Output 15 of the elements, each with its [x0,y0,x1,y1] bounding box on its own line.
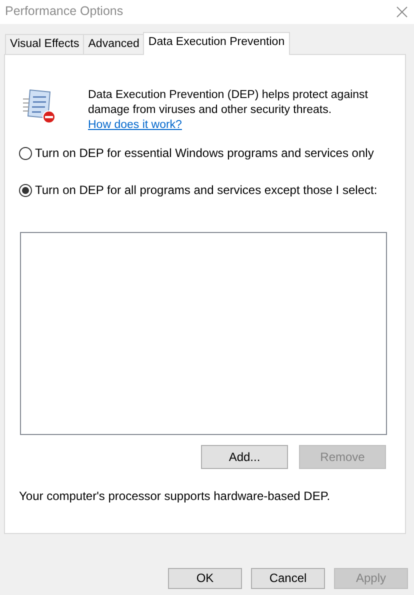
radio-button[interactable] [19,147,32,160]
help-link[interactable]: How does it work? [88,119,182,131]
radio-label[interactable]: Turn on DEP for essential Windows programs and services only [35,146,374,161]
tab[interactable]: Visual Effects [5,34,84,54]
description-text: Data Execution Prevention (DEP) helps protect against damage from viruses and other security threats. How does it work? [88,88,369,133]
dialog-button[interactable]: OK [168,568,242,589]
dialog-button[interactable]: Cancel [251,568,325,589]
list-button[interactable]: Add... [201,445,288,469]
tab[interactable]: Data Execution Prevention [143,32,290,55]
support-text: Your computer's processor supports hardware-based DEP. [19,489,332,504]
close-icon[interactable] [396,6,408,18]
window-title: Performance Options [5,4,124,20]
radio-label[interactable]: Turn on DEP for all programs and services except those I select: [35,183,378,198]
binary-document-icon [22,88,56,124]
radio-button[interactable] [19,184,32,197]
